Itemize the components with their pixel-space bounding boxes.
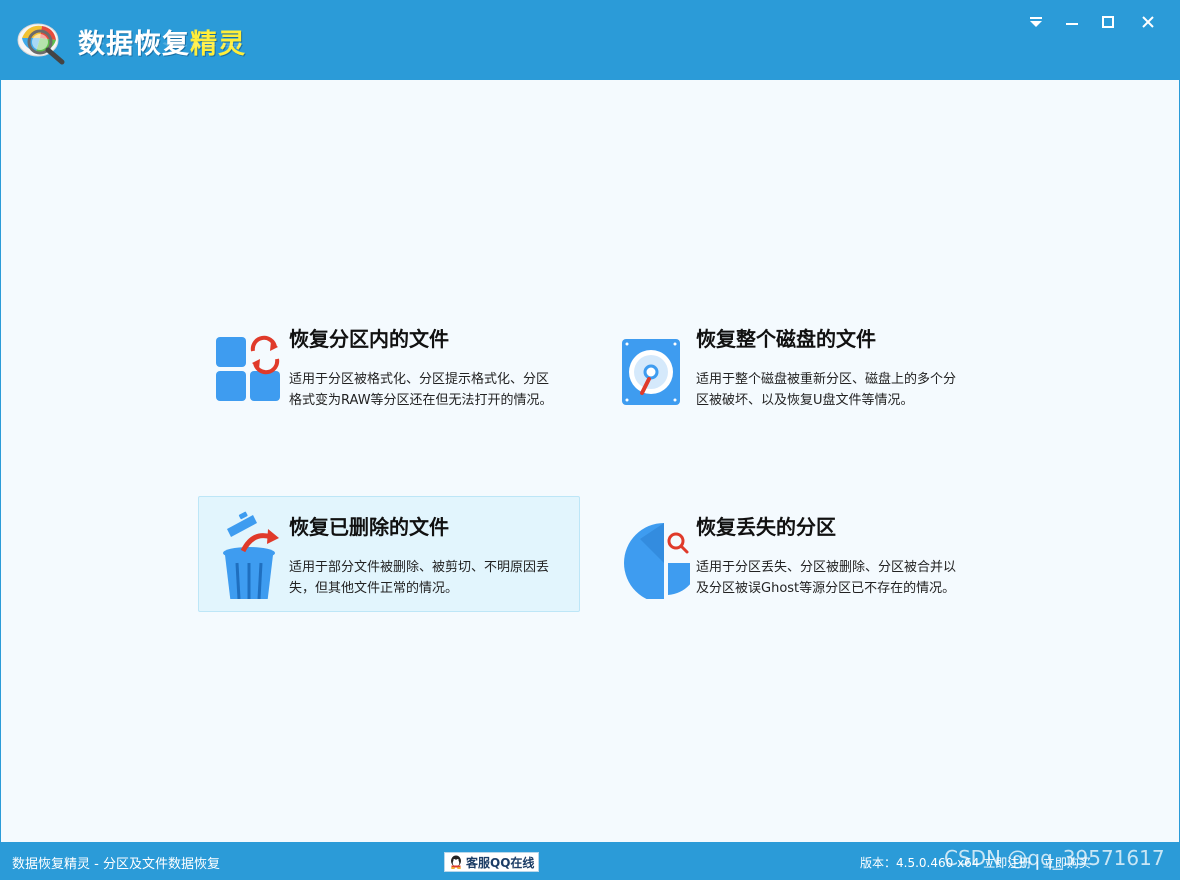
description-line: 适用于分区丢失、分区被删除、分区被合并以 <box>696 560 957 575</box>
option-description: 适用于部分文件被删除、被剪切、不明原因丢 失，但其他文件正常的情况。 <box>289 557 579 599</box>
option-title: 恢复分区内的文件 <box>289 327 449 351</box>
qq-button-label: 客服QQ在线 <box>466 855 535 870</box>
description-line: 适用于分区被格式化、分区提示格式化、分区 <box>289 372 550 387</box>
recover-whole-disk-option[interactable]: 恢复整个磁盘的文件 适用于整个磁盘被重新分区、磁盘上的多个分 区被破坏、以及恢复… <box>605 308 987 424</box>
maximize-button[interactable] <box>1094 10 1122 34</box>
description-line: 失，但其他文件正常的情况。 <box>289 581 459 596</box>
recover-partition-files-option[interactable]: 恢复分区内的文件 适用于分区被格式化、分区提示格式化、分区 格式变为RAW等分区… <box>198 308 580 424</box>
description-line: 区被破坏、以及恢复U盘文件等情况。 <box>696 393 914 408</box>
main-content: 恢复分区内的文件 适用于分区被格式化、分区提示格式化、分区 格式变为RAW等分区… <box>1 80 1179 842</box>
description-line: 格式变为RAW等分区还在但无法打开的情况。 <box>289 393 553 408</box>
option-title: 恢复已删除的文件 <box>289 515 449 539</box>
trash-restore-icon <box>223 511 279 599</box>
pie-search-icon <box>624 523 690 599</box>
option-description: 适用于整个磁盘被重新分区、磁盘上的多个分 区被破坏、以及恢复U盘文件等情况。 <box>696 369 986 411</box>
status-app-description: 数据恢复精灵 - 分区及文件数据恢复 <box>12 857 220 872</box>
customer-service-qq-button[interactable]: 客服QQ在线 <box>444 852 540 872</box>
minimize-button[interactable] <box>1058 10 1086 34</box>
app-title: 数据恢复精灵 <box>78 29 246 60</box>
csdn-watermark: CSDN @qq_39571617 <box>944 846 1165 870</box>
menu-button[interactable] <box>1022 10 1050 34</box>
recover-deleted-files-option[interactable]: 恢复已删除的文件 适用于部分文件被删除、被剪切、不明原因丢 失，但其他文件正常的… <box>198 496 580 612</box>
partition-files-icon <box>216 335 280 401</box>
disk-icon <box>622 339 680 405</box>
minimize-icon <box>1066 23 1078 25</box>
option-title: 恢复整个磁盘的文件 <box>696 327 876 351</box>
description-line: 适用于部分文件被删除、被剪切、不明原因丢 <box>289 560 550 575</box>
option-description: 适用于分区丢失、分区被删除、分区被合并以 及分区被误Ghost等源分区已不存在的… <box>696 557 986 599</box>
description-line: 及分区被误Ghost等源分区已不存在的情况。 <box>696 581 956 596</box>
app-logo-icon <box>17 23 65 65</box>
description-line: 适用于整个磁盘被重新分区、磁盘上的多个分 <box>696 372 957 387</box>
option-title: 恢复丢失的分区 <box>696 515 836 539</box>
recover-lost-partition-option[interactable]: 恢复丢失的分区 适用于分区丢失、分区被删除、分区被合并以 及分区被误Ghost等… <box>605 496 987 612</box>
title-bar: 数据恢复精灵 数据恢复精灵 <box>0 0 1180 80</box>
qq-penguin-icon <box>451 855 461 869</box>
maximize-icon <box>1102 16 1114 28</box>
menu-dropdown-icon <box>1030 17 1042 27</box>
option-description: 适用于分区被格式化、分区提示格式化、分区 格式变为RAW等分区还在但无法打开的情… <box>289 369 579 411</box>
close-button[interactable] <box>1134 10 1162 34</box>
close-icon <box>1142 16 1154 28</box>
app-title-reflection: 数据恢复精灵 <box>78 42 246 52</box>
